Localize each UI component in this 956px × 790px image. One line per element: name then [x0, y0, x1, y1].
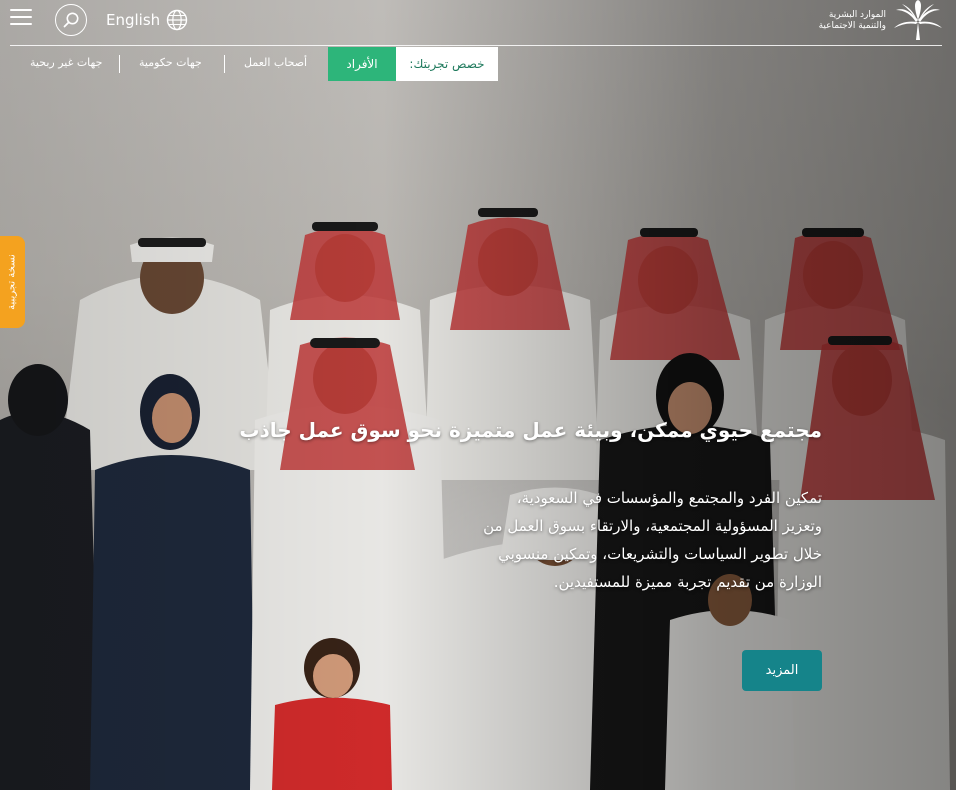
- hero-headline: مجتمع حيوي ممكن، وبيئة عمل متميزة نحو سو…: [239, 418, 822, 442]
- language-switcher[interactable]: English: [106, 9, 188, 31]
- segment-divider: [224, 55, 225, 73]
- beta-version-label: نسخة تجريبية: [6, 254, 18, 310]
- globe-icon: [166, 9, 188, 31]
- language-label: English: [106, 11, 161, 29]
- more-button[interactable]: المزيد: [742, 650, 822, 691]
- ministry-logo[interactable]: الموارد البشرية والتنمية الاجتماعية: [819, 0, 944, 42]
- search-icon: [63, 12, 79, 28]
- hero-description: تمكين الفرد والمجتمع والمؤسسات في السعود…: [483, 489, 822, 591]
- segment-individuals[interactable]: الأفراد: [328, 47, 396, 81]
- beta-version-tab[interactable]: نسخة تجريبية: [0, 236, 25, 328]
- header-divider: [10, 45, 942, 46]
- customize-experience-label: خصص تجربتك:: [396, 47, 498, 81]
- logo-text-line2: والتنمية الاجتماعية: [818, 21, 886, 31]
- segment-government[interactable]: جهات حكومية: [139, 56, 202, 69]
- segment-divider: [119, 55, 120, 73]
- search-button[interactable]: [55, 4, 87, 36]
- segment-nonprofit[interactable]: جهات غير ربحية: [30, 56, 102, 69]
- palm-logo-icon: [894, 0, 942, 40]
- top-bar: English الموارد البشرية والتنمية الاجتما…: [0, 0, 956, 46]
- segment-employers[interactable]: أصحاب العمل: [244, 56, 307, 69]
- logo-text-line1: الموارد البشرية: [828, 10, 886, 20]
- menu-icon[interactable]: [10, 9, 32, 27]
